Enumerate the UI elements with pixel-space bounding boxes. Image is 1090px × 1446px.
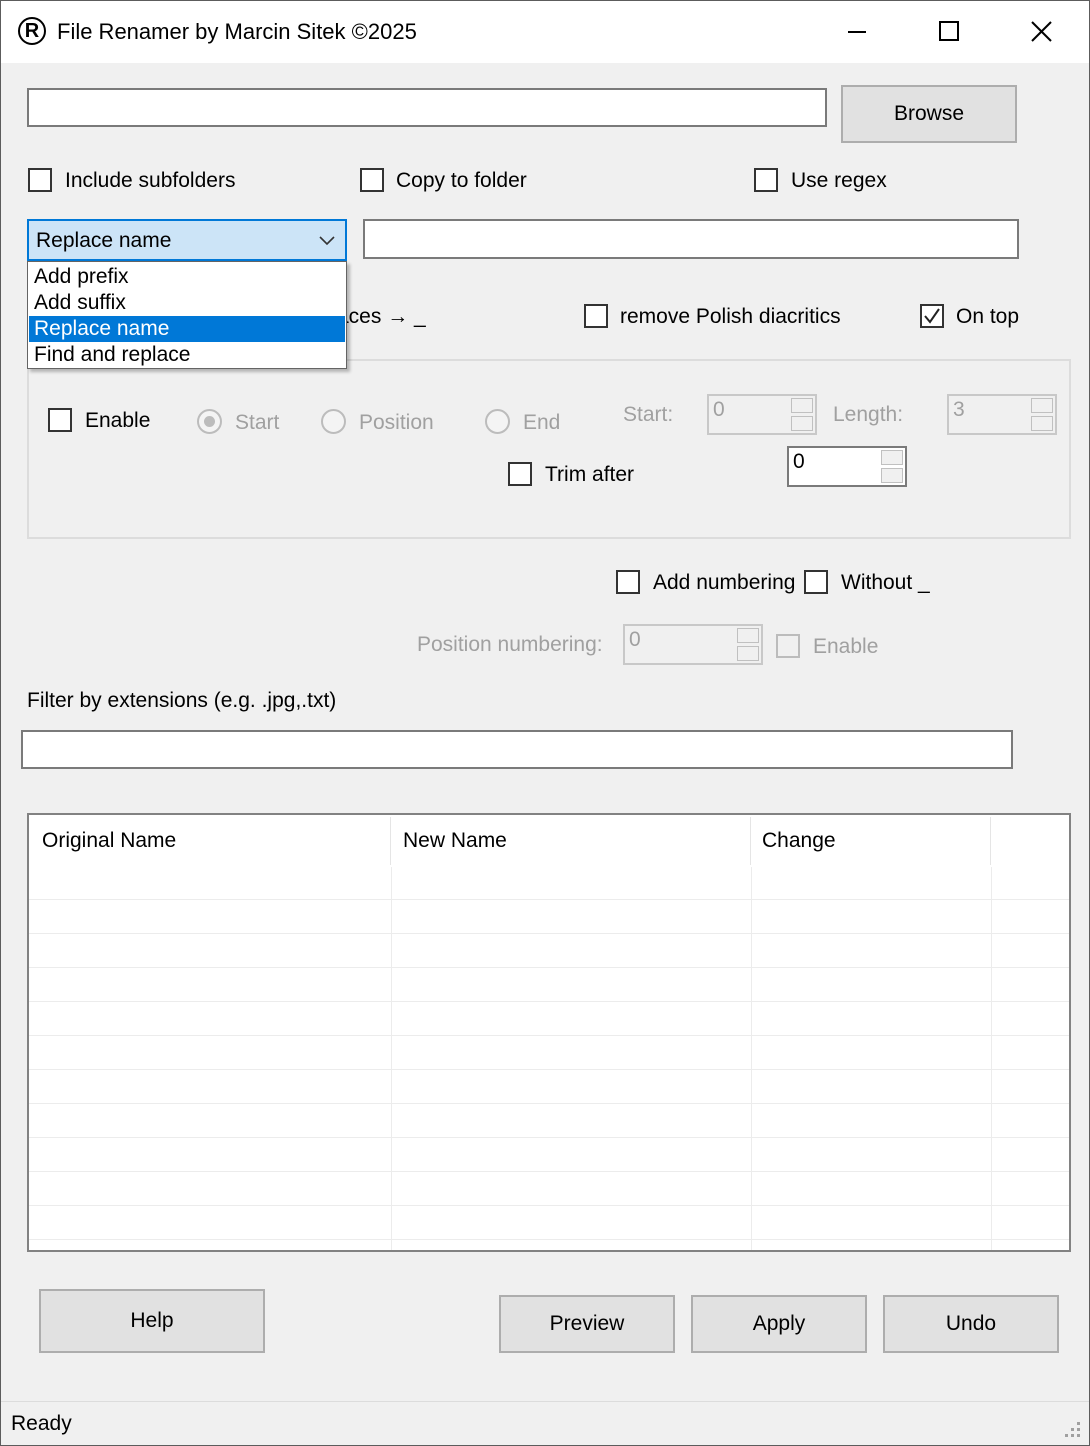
mode-text-input[interactable]	[363, 219, 1019, 259]
maximize-icon	[939, 21, 959, 41]
column-header-original-name[interactable]: Original Name	[42, 829, 176, 881]
use-regex-label: Use regex	[791, 169, 887, 192]
add-numbering-checkbox[interactable]	[616, 570, 640, 594]
help-button[interactable]: Help	[39, 1289, 265, 1353]
trim-after-label: Trim after	[545, 463, 635, 486]
resize-grip-icon[interactable]	[1061, 1418, 1083, 1440]
title-bar[interactable]: R File Renamer by Marcin Sitek ©2025	[1, 1, 1089, 63]
undo-button[interactable]: Undo	[883, 1295, 1059, 1353]
grid-line	[29, 899, 1069, 900]
position-numbering-label: Position numbering:	[417, 633, 603, 656]
trim-after-checkbox[interactable]	[508, 462, 532, 486]
mode-combobox[interactable]: Replace name	[27, 219, 347, 261]
trim-length-value: 3	[953, 398, 965, 421]
files-listview[interactable]: Original Name New Name Change	[27, 813, 1071, 1252]
trim-after-value: 0	[793, 450, 805, 473]
without-underscore-label: Without _	[841, 571, 930, 594]
trim-start-stepper[interactable]: 0	[707, 394, 817, 435]
spin-down-icon[interactable]	[791, 416, 813, 431]
grid-line	[29, 1001, 1069, 1002]
column-separator[interactable]	[990, 817, 991, 865]
spin-up-icon[interactable]	[791, 398, 813, 413]
position-numbering-enable-checkbox[interactable]	[776, 634, 800, 658]
grid-line	[751, 867, 752, 1250]
mode-dropdown-list: Add prefix Add suffix Replace name Find …	[27, 261, 347, 369]
column-header-new-name[interactable]: New Name	[403, 829, 507, 881]
checkmark-icon	[924, 308, 940, 324]
browse-button[interactable]: Browse	[841, 85, 1017, 143]
close-button[interactable]	[995, 1, 1087, 63]
include-subfolders-label: Include subfolders	[65, 169, 236, 192]
grid-line	[29, 1137, 1069, 1138]
trim-start-label: Start	[235, 411, 280, 434]
trim-enable-checkbox[interactable]	[48, 408, 72, 432]
trim-position-label: Position	[359, 411, 434, 434]
apply-button[interactable]: Apply	[691, 1295, 867, 1353]
on-top-checkbox[interactable]	[920, 304, 944, 328]
copy-to-folder-checkbox[interactable]	[360, 168, 384, 192]
dropdown-item-replace-name[interactable]: Replace name	[29, 316, 345, 342]
position-numbering-stepper[interactable]: 0	[623, 624, 763, 665]
status-text: Ready	[11, 1412, 72, 1435]
grid-line	[29, 933, 1069, 934]
add-numbering-label: Add numbering	[653, 571, 796, 594]
grid-line	[29, 1205, 1069, 1206]
column-separator[interactable]	[390, 817, 391, 865]
grid-line	[29, 1103, 1069, 1104]
trim-after-stepper[interactable]: 0	[787, 446, 907, 487]
trim-position-radio[interactable]	[321, 409, 346, 434]
trim-length-label: Length:	[833, 403, 904, 426]
filter-extensions-input[interactable]	[21, 730, 1013, 769]
mode-combobox-value: Replace name	[36, 229, 172, 252]
minimize-button[interactable]	[811, 1, 903, 63]
registered-logo-icon: R	[18, 17, 46, 45]
status-bar: Ready	[1, 1401, 1089, 1446]
grid-line	[391, 867, 392, 1250]
app-window: R File Renamer by Marcin Sitek ©2025 Bro…	[0, 0, 1090, 1446]
window-title: File Renamer by Marcin Sitek ©2025	[57, 19, 417, 44]
chevron-down-icon	[319, 236, 335, 246]
trim-start-radio[interactable]	[197, 409, 222, 434]
maximize-button[interactable]	[903, 1, 995, 63]
column-header-change[interactable]: Change	[762, 829, 836, 881]
filter-extensions-label: Filter by extensions (e.g. .jpg,.txt)	[27, 689, 337, 712]
grid-line	[29, 1069, 1069, 1070]
grid-line	[29, 1035, 1069, 1036]
without-underscore-checkbox[interactable]	[804, 570, 828, 594]
remove-polish-checkbox[interactable]	[584, 304, 608, 328]
trim-end-label: End	[523, 411, 561, 434]
trim-start-field-label: Start:	[623, 403, 674, 426]
preview-button[interactable]: Preview	[499, 1295, 675, 1353]
dropdown-item-add-prefix[interactable]: Add prefix	[29, 264, 345, 290]
spin-up-icon[interactable]	[737, 628, 759, 643]
grid-line	[29, 967, 1069, 968]
close-icon	[1031, 21, 1052, 42]
spaces-to-underscore-label: aces → _	[337, 305, 426, 328]
dropdown-item-find-and-replace[interactable]: Find and replace	[29, 342, 345, 368]
folder-path-input[interactable]	[27, 88, 827, 127]
grid-line	[29, 1171, 1069, 1172]
spin-down-icon[interactable]	[737, 646, 759, 661]
position-numbering-enable-label: Enable	[813, 635, 879, 658]
trim-enable-label: Enable	[85, 409, 151, 432]
copy-to-folder-label: Copy to folder	[396, 169, 527, 192]
trim-start-value: 0	[713, 398, 725, 421]
column-separator[interactable]	[750, 817, 751, 865]
trim-groupbox	[27, 359, 1071, 539]
spin-down-icon[interactable]	[1031, 416, 1053, 431]
use-regex-checkbox[interactable]	[754, 168, 778, 192]
spin-up-icon[interactable]	[881, 450, 903, 465]
trim-end-radio[interactable]	[485, 409, 510, 434]
remove-polish-label: remove Polish diacritics	[620, 305, 841, 328]
spin-up-icon[interactable]	[1031, 398, 1053, 413]
dropdown-item-add-suffix[interactable]: Add suffix	[29, 290, 345, 316]
include-subfolders-checkbox[interactable]	[28, 168, 52, 192]
grid-line	[991, 867, 992, 1250]
trim-length-stepper[interactable]: 3	[947, 394, 1057, 435]
on-top-label: On top	[956, 305, 1020, 328]
spin-down-icon[interactable]	[881, 468, 903, 483]
grid-line	[29, 1239, 1069, 1240]
minimize-icon	[848, 31, 866, 33]
position-numbering-value: 0	[629, 628, 641, 651]
